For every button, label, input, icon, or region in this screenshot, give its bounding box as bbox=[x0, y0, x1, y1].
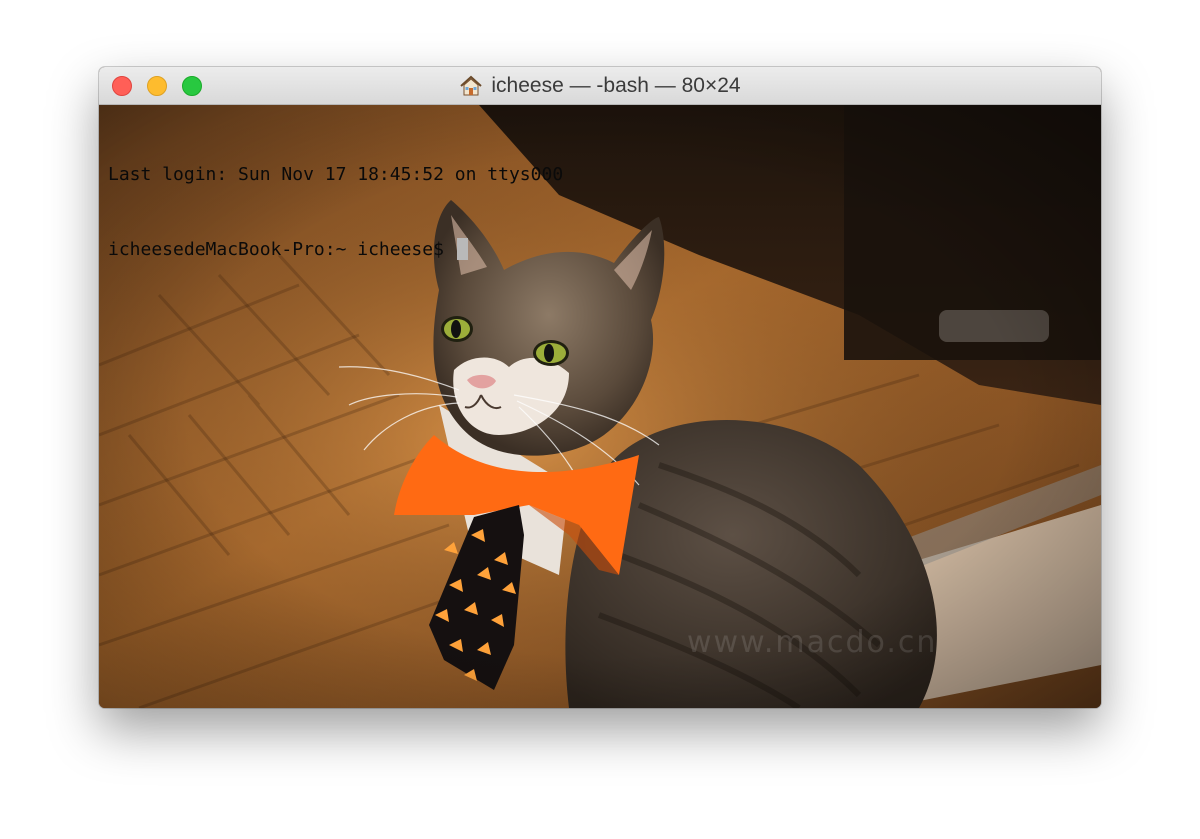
prompt-text: icheesedeMacBook-Pro:~ icheese$ bbox=[108, 239, 455, 260]
terminal-window[interactable]: icheese — -bash — 80×24 www.macdo.cn Las… bbox=[99, 67, 1101, 708]
block-cursor bbox=[456, 238, 468, 260]
watermark-text: www.macdo.cn bbox=[687, 625, 938, 660]
title-bar[interactable]: icheese — -bash — 80×24 bbox=[99, 67, 1101, 105]
last-login-line: Last login: Sun Nov 17 18:45:52 on ttys0… bbox=[108, 164, 564, 185]
terminal-output[interactable]: Last login: Sun Nov 17 18:45:52 on ttys0… bbox=[108, 112, 563, 312]
home-icon bbox=[460, 75, 483, 96]
terminal-content[interactable]: www.macdo.cn Last login: Sun Nov 17 18:4… bbox=[99, 105, 1101, 708]
desktop: icheese — -bash — 80×24 www.macdo.cn Las… bbox=[0, 0, 1200, 839]
window-title: icheese — -bash — 80×24 bbox=[491, 74, 741, 97]
prompt-line[interactable]: icheesedeMacBook-Pro:~ icheese$ bbox=[108, 237, 563, 262]
window-title-area: icheese — -bash — 80×24 bbox=[99, 67, 1101, 105]
